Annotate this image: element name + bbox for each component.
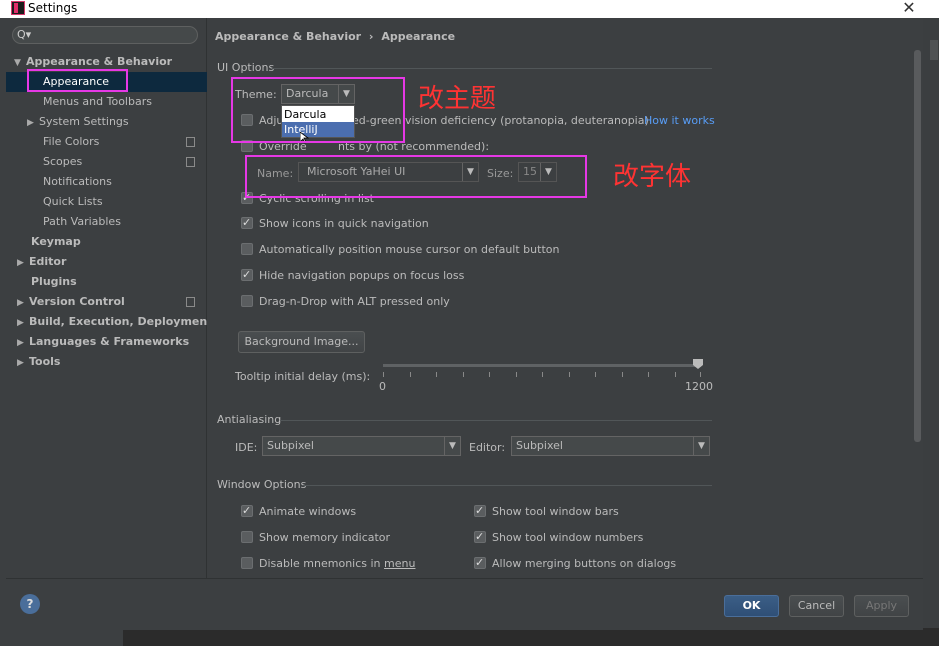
chevron-right-icon: ▶ (27, 118, 34, 128)
background-editor-strip (923, 18, 939, 630)
sidebar-item-quick-lists[interactable]: Quick Lists (43, 192, 103, 212)
slider-tick (436, 372, 437, 377)
chevron-right-icon: ▶ (17, 318, 24, 328)
chevron-right-icon: ▶ (17, 298, 24, 308)
annotation-box-theme (231, 77, 405, 143)
slider-tick (700, 372, 701, 377)
slider-tick (516, 372, 517, 377)
sidebar-item-path-variables[interactable]: Path Variables (43, 212, 121, 232)
content-scrollbar[interactable] (914, 50, 921, 442)
project-level-icon (186, 157, 195, 167)
auto-position-checkbox[interactable]: Automatically position mouse cursor on d… (241, 242, 559, 258)
merging-buttons-checkbox[interactable]: Allow merging buttons on dialogs (474, 555, 676, 572)
section-divider (280, 420, 712, 421)
background-taskbar-strip (0, 628, 939, 646)
apply-button[interactable]: Apply (854, 595, 909, 617)
slider-tick (595, 372, 596, 377)
slider-max-label: 1200 (685, 380, 713, 393)
editor-antialiasing-label: Editor: (469, 441, 506, 454)
window-options-title: Window Options (217, 478, 307, 491)
slider-min-label: 0 (379, 380, 386, 393)
chevron-right-icon: ▶ (17, 358, 24, 368)
how-it-works-link[interactable]: How it works (644, 114, 715, 127)
sidebar-item-keymap[interactable]: Keymap (31, 232, 81, 252)
tooltip-delay-label: Tooltip initial delay (ms): (235, 370, 371, 383)
tool-window-numbers-checkbox[interactable]: Show tool window numbers (474, 529, 643, 546)
animate-windows-checkbox[interactable]: Animate windows (241, 503, 356, 520)
breadcrumb-current: Appearance (381, 30, 456, 43)
sidebar-item-system-settings[interactable]: ▶ System Settings (27, 112, 129, 132)
slider-tick (648, 372, 649, 377)
sidebar-item-menus-toolbars[interactable]: Menus and Toolbars (43, 92, 152, 112)
window-titlebar: Settings ✕ (0, 0, 939, 18)
sidebar-item-tools[interactable]: ▶ Tools (17, 352, 60, 372)
editor-antialiasing-select[interactable]: Subpixel ▼ (511, 436, 710, 456)
search-icon: Q▾ (17, 28, 32, 41)
slider-tick (383, 372, 384, 377)
window-title: Settings (28, 1, 78, 15)
show-icons-checkbox[interactable]: Show icons in quick navigation (241, 215, 429, 232)
chevron-right-icon: ▶ (17, 338, 24, 348)
chevron-down-icon: ▼ (14, 58, 21, 68)
project-level-icon (186, 297, 195, 307)
sidebar-item-notifications[interactable]: Notifications (43, 172, 112, 192)
close-icon[interactable]: ✕ (900, 0, 918, 17)
section-divider (302, 485, 712, 486)
ide-antialiasing-select[interactable]: Subpixel ▼ (262, 436, 461, 456)
sidebar-item-build-execution-deployment[interactable]: ▶ Build, Execution, Deployment (17, 312, 212, 332)
tooltip-delay-slider-track[interactable] (383, 364, 701, 367)
slider-tick (489, 372, 490, 377)
slider-tick (463, 372, 464, 377)
antialiasing-title: Antialiasing (217, 413, 282, 426)
help-icon[interactable]: ? (20, 594, 40, 614)
sidebar-item-plugins[interactable]: Plugins (31, 272, 77, 292)
slider-tick (675, 372, 676, 377)
slider-tick (410, 372, 411, 377)
slider-tick (542, 372, 543, 377)
slider-tick (622, 372, 623, 377)
breadcrumb: Appearance & Behavior › Appearance (215, 30, 455, 43)
disable-mnemonics-checkbox[interactable]: Disable mnemonics in menu (241, 556, 415, 572)
section-divider (272, 68, 712, 69)
slider-tick (569, 372, 570, 377)
annotation-font-note: 改字体 (613, 162, 692, 192)
chevron-down-icon: ▼ (444, 437, 460, 455)
chevron-down-icon: ▼ (693, 437, 709, 455)
breadcrumb-separator: › (368, 30, 374, 43)
memory-indicator-checkbox[interactable]: Show memory indicator (241, 530, 390, 546)
sidebar-item-editor[interactable]: ▶ Editor (17, 252, 66, 272)
cancel-button[interactable]: Cancel (789, 595, 844, 617)
sidebar-item-file-colors[interactable]: File Colors (43, 132, 203, 152)
sidebar-item-scopes[interactable]: Scopes (43, 152, 203, 172)
dialog-footer (6, 578, 923, 630)
search-input[interactable]: Q▾ (12, 26, 198, 44)
ide-antialiasing-label: IDE: (235, 441, 258, 454)
chevron-right-icon: ▶ (17, 258, 24, 268)
breadcrumb-parent[interactable]: Appearance & Behavior (215, 30, 361, 43)
hide-popups-checkbox[interactable]: Hide navigation popups on focus loss (241, 267, 464, 284)
ok-button[interactable]: OK (724, 595, 779, 617)
annotation-box-appearance (27, 69, 128, 92)
sidebar-item-languages-frameworks[interactable]: ▶ Languages & Frameworks (17, 332, 189, 352)
ui-options-title: UI Options (217, 61, 275, 74)
annotation-theme-note: 改主题 (418, 84, 497, 114)
project-level-icon (186, 137, 195, 147)
intellij-app-icon (11, 1, 25, 15)
tool-window-bars-checkbox[interactable]: Show tool window bars (474, 503, 619, 520)
sidebar-item-version-control[interactable]: ▶ Version Control (17, 292, 203, 312)
drag-drop-checkbox[interactable]: Drag-n-Drop with ALT pressed only (241, 294, 450, 310)
background-image-button[interactable]: Background Image... (238, 331, 365, 353)
annotation-box-font (245, 155, 587, 198)
